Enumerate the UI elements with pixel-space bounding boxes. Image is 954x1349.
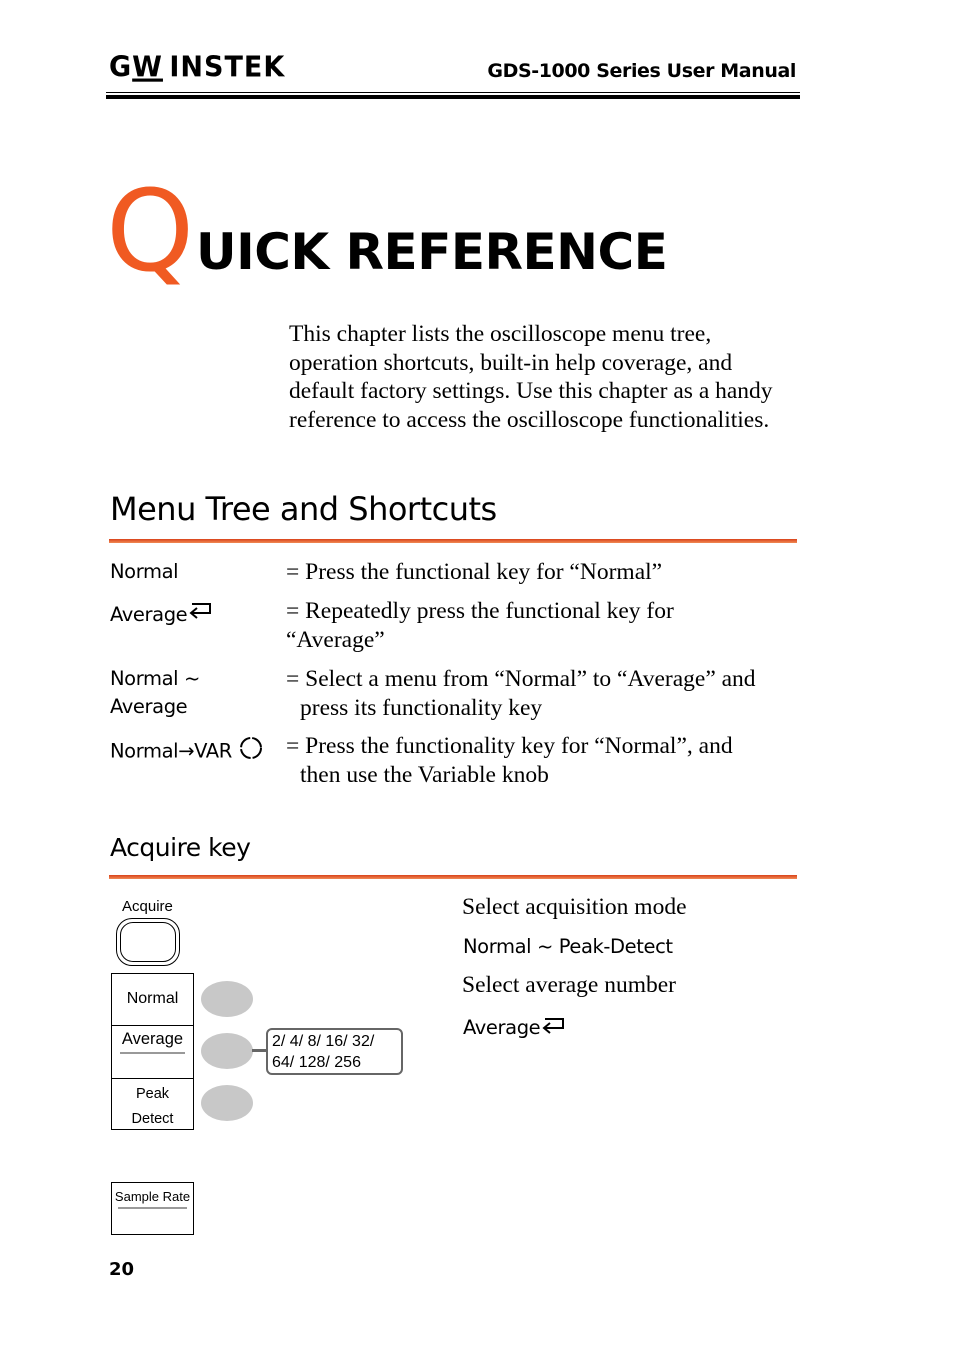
menu-item-underline: [120, 1052, 185, 1054]
legend-desc-line: press its functionality key: [300, 694, 543, 721]
legend-desc-normal: = Press the functional key for “Normal”: [286, 558, 796, 587]
legend-term-text: Average: [110, 695, 188, 718]
acquire-menu: Normal Average Peak Detect: [111, 973, 194, 1130]
header-rule-thick: [106, 95, 800, 99]
section-heading-menu-tree: Menu Tree and Shortcuts: [110, 490, 497, 528]
menu-divider: [112, 1078, 193, 1079]
legend-desc-average: = Repeatedly press the functional key fo…: [286, 597, 796, 654]
average-options-line: 64/ 128/ 256: [272, 1054, 361, 1071]
menu-item-average[interactable]: Average: [112, 1030, 193, 1049]
chapter-intro: This chapter lists the oscilloscope menu…: [289, 321, 773, 433]
menu-item-label: Peak: [135, 1086, 170, 1102]
legend-desc-line: = Repeatedly press the functional key fo…: [286, 598, 674, 624]
desc-avg-term: Average: [463, 1016, 566, 1041]
legend-desc-line: then use the Variable knob: [300, 761, 549, 788]
sample-rate-menu[interactable]: Sample Rate: [111, 1182, 194, 1235]
menu-divider: [112, 1025, 193, 1026]
legend-term-normal-var: Normal→VAR: [110, 735, 264, 769]
menu-item-normal[interactable]: Normal: [112, 990, 193, 1008]
legend-term-text: Normal→VAR: [110, 739, 232, 763]
desc-avg-title: Select average number: [462, 972, 677, 998]
chapter-initial: Q: [106, 167, 195, 297]
legend-desc-normal-to-average: = Select a menu from “Normal” to “Averag…: [286, 665, 796, 722]
desc-mode-title: Select acquisition mode: [462, 894, 687, 920]
legend-term-normal: Normal: [110, 560, 179, 583]
chapter-title: UICK REFERENCE: [196, 223, 668, 281]
legend-term-text: Normal ~: [110, 667, 200, 690]
menu-item-label: Detect: [131, 1111, 174, 1127]
soft-key-1[interactable]: [201, 981, 253, 1017]
desc-avg-term-text: Average: [463, 1016, 541, 1039]
desc-mode-range: Normal ~ Peak-Detect: [463, 935, 673, 958]
header-rule-thin: [106, 92, 800, 93]
section-heading-acquire-key: Acquire key: [110, 833, 251, 862]
average-options-box: 2/ 4/ 8/ 16/ 32/ 64/ 128/ 256: [266, 1028, 403, 1075]
sample-rate-label: Sample Rate: [114, 1189, 191, 1204]
acquire-key-button[interactable]: [116, 918, 180, 966]
menu-item-peak-detect[interactable]: Peak Detect: [112, 1082, 193, 1132]
brand-logo: GW INSTEK: [109, 51, 286, 84]
manual-title: GDS-1000 Series User Manual: [487, 60, 796, 82]
variable-knob-icon: [238, 735, 264, 769]
sample-rate-underline: [118, 1207, 187, 1209]
section-rule: [109, 875, 797, 879]
legend-term-average: Average: [110, 601, 213, 629]
page-number: 20: [109, 1259, 135, 1280]
legend-term-normal-to-average: Normal ~ Average: [110, 665, 200, 721]
soft-key-2[interactable]: [201, 1033, 253, 1069]
return-arrow-icon: [187, 601, 213, 629]
acquire-key-label: Acquire: [122, 898, 173, 915]
return-arrow-icon: [540, 1016, 566, 1041]
section-rule: [109, 539, 797, 543]
average-options-line: 2/ 4/ 8/ 16/ 32/: [272, 1033, 375, 1050]
legend-desc-line: = Press the functional key for “Normal”: [286, 559, 663, 585]
legend-desc-line: “Average”: [286, 626, 385, 653]
soft-key-3[interactable]: [201, 1085, 253, 1121]
legend-desc-line: = Select a menu from “Normal” to “Averag…: [286, 666, 756, 692]
legend-term-text: Average: [110, 603, 188, 626]
legend-desc-normal-var: = Press the functionality key for “Norma…: [286, 732, 796, 789]
legend-desc-line: = Press the functionality key for “Norma…: [286, 733, 733, 759]
